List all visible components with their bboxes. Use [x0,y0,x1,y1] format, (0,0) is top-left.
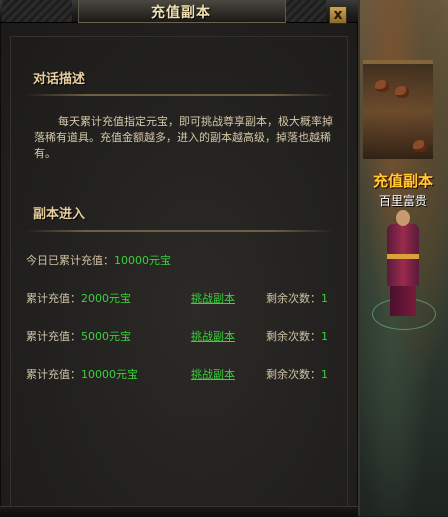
dialog-description: 每天累计充值指定元宝，即可挑战尊享副本，极大概率掉落稀有道具。充值金额越多，进入… [34,115,333,160]
remaining-value: 1 [321,330,328,343]
tier-value: 2000元宝 [81,292,131,305]
remaining-count: 剩余次数：1 [266,366,328,382]
panel-bottom-edge [0,506,358,517]
tier-label: 累计充值： [26,330,81,343]
tier-row: 累计充值：2000元宝 [26,290,131,306]
pot-icon [413,140,427,152]
challenge-dungeon-link[interactable]: 挑战副本 [191,328,235,344]
pot-icon [395,86,409,98]
tier-value: 10000元宝 [81,368,138,381]
today-recharge: 今日已累计充值：10000元宝 [26,252,171,268]
dialog-section-title: 对话描述 [33,72,86,87]
close-button[interactable]: x [329,6,347,24]
tier-label: 累计充值： [26,368,81,381]
remaining-count: 剩余次数：1 [266,290,328,306]
tier-label: 累计充值： [26,292,81,305]
remaining-label: 剩余次数： [266,292,321,305]
remaining-label: 剩余次数： [266,368,321,381]
npc-character[interactable] [372,210,436,330]
window-title: 充值副本 [151,5,211,21]
remaining-label: 剩余次数： [266,330,321,343]
divider [24,94,334,96]
recharge-dungeon-dialog: 充值副本 x 对话描述 每天累计充值指定元宝，即可挑战尊享副本，极大概率掉落稀有… [0,0,360,517]
tier-value: 5000元宝 [81,330,131,343]
challenge-dungeon-link[interactable]: 挑战副本 [191,366,235,382]
today-recharge-value: 10000元宝 [114,254,171,267]
tier-row: 累计充值：10000元宝 [26,366,138,382]
challenge-dungeon-link[interactable]: 挑战副本 [191,290,235,306]
npc-title: 充值副本 [372,172,433,190]
npc-name: 百里富贵 [378,194,427,208]
tier-row: 累计充值：5000元宝 [26,328,131,344]
pot-icon [375,80,389,92]
remaining-value: 1 [321,368,328,381]
remaining-count: 剩余次数：1 [266,328,328,344]
entry-section-title: 副本进入 [33,207,86,222]
remaining-value: 1 [321,292,328,305]
divider [24,230,334,232]
today-recharge-label: 今日已累计充值： [26,254,114,267]
dialog-body [10,36,348,510]
